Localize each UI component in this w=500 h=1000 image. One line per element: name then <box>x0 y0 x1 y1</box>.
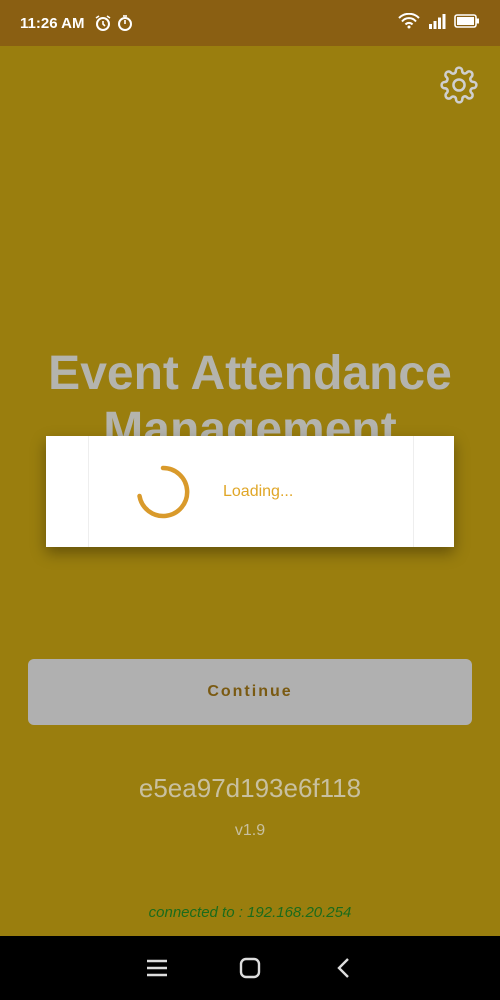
nav-bar <box>0 936 500 1000</box>
device-id: e5ea97d193e6f118 <box>138 773 362 803</box>
loading-dialog: Loading... <box>46 436 454 547</box>
battery-icon <box>454 14 480 32</box>
alarm-icon <box>94 14 112 32</box>
status-bar: 11:26 AM <box>0 0 500 46</box>
screen: 11:26 AM Event Attendance Management Con… <box>0 0 500 1000</box>
wifi-icon <box>398 12 420 33</box>
signal-icon <box>428 13 446 33</box>
back-icon[interactable] <box>329 954 357 982</box>
app-version: v1.9 <box>234 822 266 839</box>
continue-button[interactable]: Continue <box>28 659 472 725</box>
loading-text: Loading... <box>223 482 294 500</box>
menu-icon[interactable] <box>143 954 171 982</box>
timer-icon <box>116 14 134 32</box>
loading-spinner-icon <box>137 465 190 518</box>
status-time: 11:26 AM <box>20 14 85 32</box>
app-title-line1: Event Attendance <box>48 347 452 400</box>
loading-dialog-content: Loading... <box>88 436 414 547</box>
home-icon[interactable] <box>236 954 264 982</box>
gear-icon[interactable] <box>440 66 478 104</box>
status-right <box>398 12 480 33</box>
connection-status: connected to : 192.168.20.254 <box>148 904 352 921</box>
